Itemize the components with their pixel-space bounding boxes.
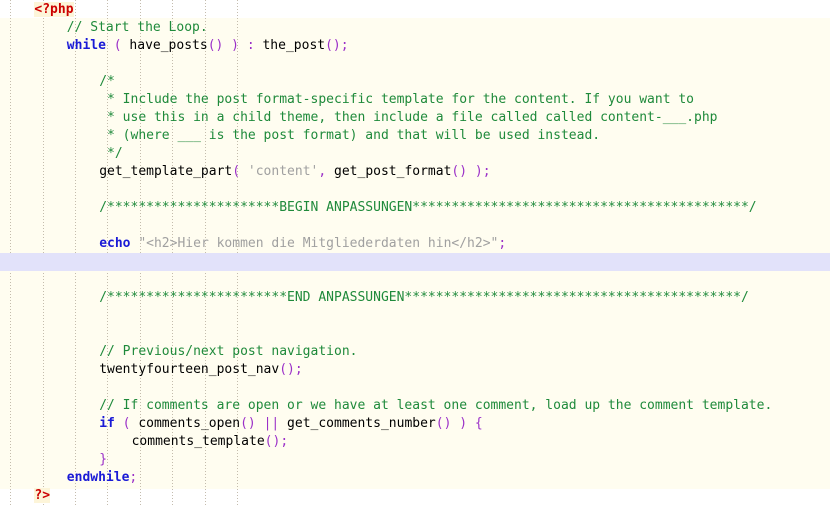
token-plain: twentyfourteen_post_nav [99,362,280,377]
token-punct: ; [482,164,491,179]
code-line[interactable]: while ( have_posts() ) : the_post(); [67,37,349,55]
code-line[interactable]: echo "<h2>Hier kommen die Mitgliederdate… [99,235,506,253]
token-punct: ; [498,236,507,251]
token-keyword: endwhile [66,470,130,485]
code-line[interactable]: * use this in a child theme, then includ… [99,109,718,127]
code-line[interactable]: comments_template(); [132,433,289,451]
token-php-tag: <?php [34,2,74,17]
code-line[interactable]: /***********************END ANPASSUNGEN*… [99,289,749,307]
token-punct: ; [129,470,138,485]
token-comment: // Previous/next post navigation. [99,344,358,359]
code-line[interactable] [2,181,10,199]
code-line[interactable] [2,217,10,235]
token-punct: ) [231,38,239,53]
token-php-tag: ?> [34,488,51,503]
code-line[interactable]: /* [99,73,115,91]
token-comment: /* [99,74,115,89]
token-punct: ) [459,416,468,431]
code-line[interactable]: get_template_part( 'content', get_post_f… [99,163,490,181]
code-line[interactable]: endwhile; [67,469,137,487]
token-punct: { [474,416,483,431]
token-comment: * use this in a child theme, then includ… [99,110,718,125]
code-line[interactable]: ?> [34,487,51,505]
token-punct: } [99,452,108,467]
token-punct: () [451,164,468,179]
code-content[interactable]: <?php // Start the Loop. while ( have_post… [0,0,830,507]
code-line[interactable] [2,325,10,343]
token-string: "<h2>Hier kommen die Mitgliederdaten hin… [138,236,499,251]
token-punct: ; [340,38,349,53]
code-line[interactable] [2,55,10,73]
token-punct: ( [232,164,241,179]
token-punct: () [279,362,295,377]
token-plain: get_template_part [99,164,233,179]
code-line[interactable]: * Include the post format-specific templ… [99,91,694,109]
code-line[interactable] [2,307,10,325]
token-punct: () [264,434,281,449]
token-plain: the_post [254,38,326,53]
token-plain: get_comments_number [279,416,436,431]
token-punct: ) [474,164,483,179]
token-comment: */ [99,146,123,161]
code-editor-pane[interactable]: <?php // Start the Loop. while ( have_post… [0,0,830,507]
code-line[interactable]: twentyfourteen_post_nav(); [99,361,303,379]
token-punct: () [240,416,256,431]
code-line[interactable]: /**********************BEGIN ANPASSUNGEN… [99,199,756,217]
token-plain: get_post_format [326,164,452,179]
code-line[interactable]: // If comments are open or we have at le… [99,397,772,415]
token-punct: ; [280,434,289,449]
token-comment: /***********************END ANPASSUNGEN*… [99,290,749,305]
token-punct: () [207,38,224,53]
token-comment: * Include the post format-specific templ… [99,92,695,107]
code-line[interactable]: // Start the Loop. [67,19,208,37]
token-punct: () [435,416,452,431]
token-plain: have_posts [121,38,208,53]
token-plain: comments_template [131,434,265,449]
code-line[interactable] [2,379,10,397]
token-punct: ( [122,416,131,431]
code-line[interactable] [2,253,10,271]
token-punct: || [263,416,280,431]
token-string: 'content' [247,164,319,179]
code-line[interactable]: */ [99,145,123,163]
token-plain: comments_open [130,416,241,431]
token-comment: /**********************BEGIN ANPASSUNGEN… [99,200,757,215]
token-punct: ; [294,362,303,377]
code-line[interactable]: <?php [34,1,74,19]
token-comment: // If comments are open or we have at le… [99,398,773,413]
token-keyword: echo [99,236,131,251]
token-punct: () [325,38,341,53]
token-punct: , [318,164,327,179]
code-line[interactable]: } [99,451,107,469]
token-comment: * (where ___ is the post format) and tha… [99,128,601,143]
code-line[interactable]: if ( comments_open() || get_comments_num… [99,415,483,433]
code-line[interactable] [2,271,10,289]
token-punct: ( [113,38,122,53]
token-punct: : [246,38,255,53]
token-keyword: while [66,38,106,53]
code-line[interactable]: // Previous/next post navigation. [99,343,357,361]
token-keyword: if [99,416,115,431]
token-comment: // Start the Loop. [66,20,208,35]
code-line[interactable]: * (where ___ is the post format) and tha… [99,127,600,145]
